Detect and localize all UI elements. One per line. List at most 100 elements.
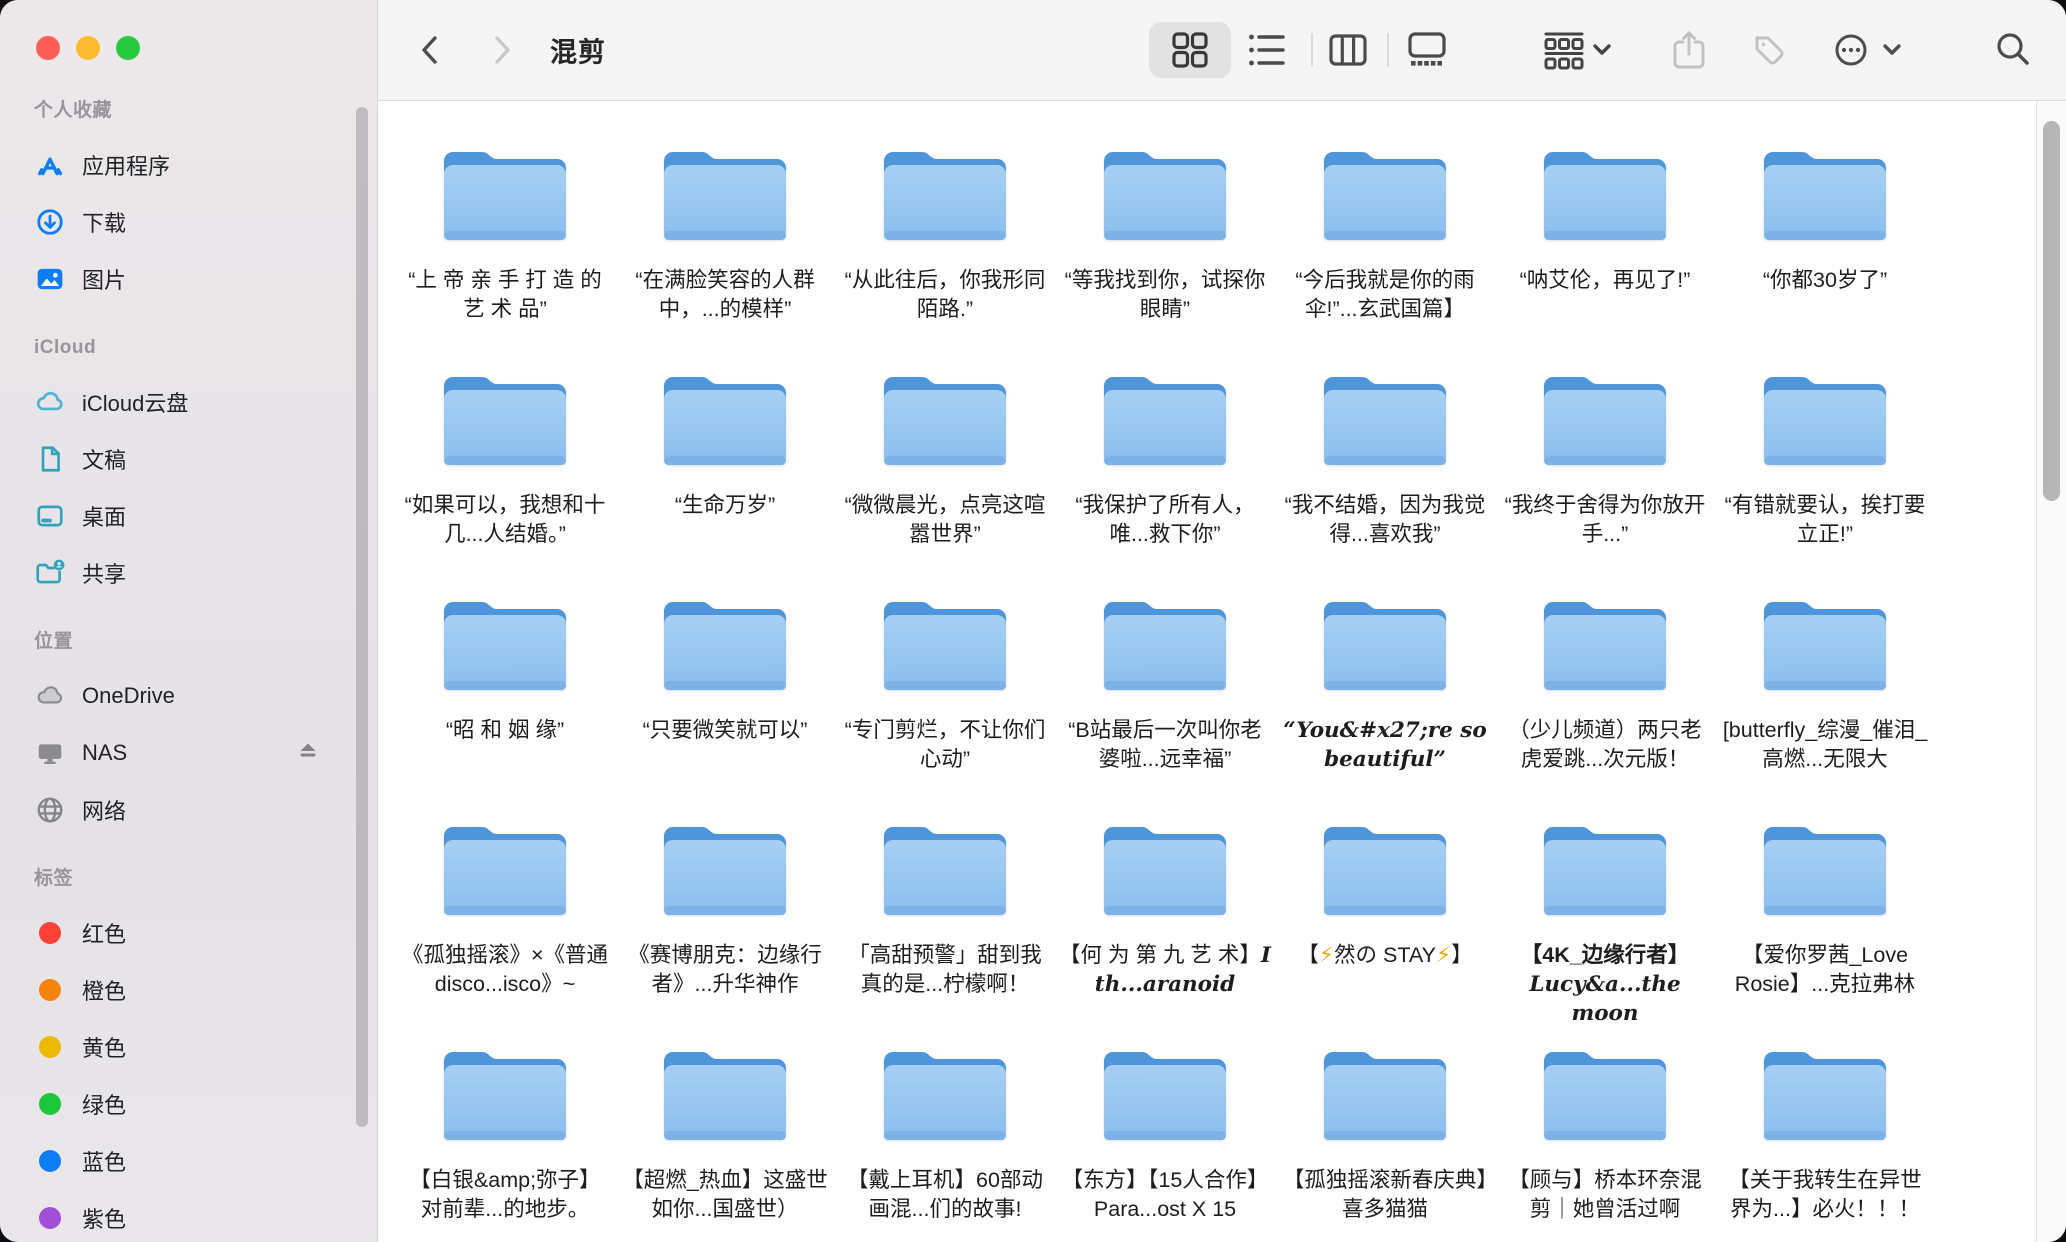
folder-item[interactable]: 【⚡然の STAY⚡】 [1275,816,1495,1028]
finder-window: 个人收藏应用程序下载图片iCloudiCloud云盘文稿桌面共享位置OneDri… [0,0,2066,1242]
sidebar-item-tag-yellow[interactable]: 黄色 [34,1018,377,1075]
folder-label: “专门剪烂，不让你们心动” [839,716,1051,774]
toolbar-separator [1387,33,1389,67]
folder-item[interactable]: 【白银&amp;弥子】对前辈...的地步。 [395,1041,615,1224]
icon-view-button[interactable] [1168,28,1212,72]
folder-item[interactable]: “呐艾伦，再见了!” [1495,141,1715,324]
tag-dot-icon [34,1031,66,1063]
folder-item[interactable]: “从此往后，你我形同陌路.” [835,141,1055,324]
sidebar-item-tag-red[interactable]: 红色 [34,904,377,961]
tag-icon[interactable] [1749,30,1789,70]
folder-item[interactable]: 「高甜预警」甜到我真的是...柠檬啊！ [835,816,1055,1028]
more-button[interactable] [1831,30,1871,70]
folder-label: “如果可以，我想和十几...人结婚。” [399,491,611,549]
folder-item[interactable]: “专门剪烂，不让你们心动” [835,591,1055,774]
sidebar-item-network[interactable]: 网络 [34,781,377,838]
sidebar-item-downloads[interactable]: 下载 [34,193,377,250]
folder-item[interactable]: 【何 为 第 九 艺 术】I th...aranoid [1055,816,1275,1028]
folder-icon [1544,366,1666,471]
folder-item[interactable]: 【关于我转生在异世界为...】必火！！！ [1715,1041,1935,1224]
content-scrollbar-thumb[interactable] [2043,121,2060,501]
sidebar-item-nas[interactable]: NAS [34,724,377,781]
folder-label: “只要微笑就可以” [619,716,831,745]
window-controls [36,36,140,60]
folder-icon [884,366,1006,471]
folder-item[interactable]: [butterfly_综漫_催泪_高燃...无限大 [1715,591,1935,774]
group-chevron-down-icon[interactable] [1591,42,1613,58]
folder-item[interactable]: “B站最后一次叫你老婆啦...远幸福” [1055,591,1275,774]
folder-item[interactable]: “我不结婚，因为我觉得...喜欢我” [1275,366,1495,549]
photos-icon [34,263,66,295]
folder-label: 【何 为 第 九 艺 术】I th...aranoid [1059,941,1271,999]
folder-label: 【4K_边缘行者】Lucy&a...the moon [1499,941,1711,1028]
more-chevron-down-icon[interactable] [1881,42,1903,58]
sidebar-item-icloud-drive[interactable]: iCloud云盘 [34,373,377,430]
sidebar-item-tag-orange[interactable]: 橙色 [34,961,377,1018]
folder-icon [664,591,786,696]
column-view-button[interactable] [1326,28,1370,72]
folder-item[interactable]: “只要微笑就可以” [615,591,835,774]
folder-item[interactable]: 【爱你罗茜_Love Rosie】...克拉弗林 [1715,816,1935,1028]
folder-item[interactable]: 【戴上耳机】60部动画混...们的故事! [835,1041,1055,1224]
folder-icon [444,1041,566,1146]
folder-icon [1104,591,1226,696]
folder-item[interactable]: 【4K_边缘行者】Lucy&a...the moon [1495,816,1715,1028]
folder-item[interactable]: “今后我就是你的雨伞!”...玄武国篇】 [1275,141,1495,324]
sidebar-item-applications[interactable]: 应用程序 [34,136,377,193]
folder-item[interactable]: “微微晨光，点亮这喧嚣世界” [835,366,1055,549]
folder-item[interactable]: “我终于舍得为你放开手...” [1495,366,1715,549]
gallery-view-button[interactable] [1405,28,1449,72]
folder-icon [884,141,1006,246]
folder-item[interactable]: “昭 和 姻 缘” [395,591,615,774]
sidebar-item-desktop[interactable]: 桌面 [34,487,377,544]
cloud-icon [34,680,66,712]
folder-item[interactable]: 【东方】【15人合作】Para...ost X 15 [1055,1041,1275,1224]
folder-label: “我保护了所有人，唯...救下你” [1059,491,1271,549]
group-button[interactable] [1541,28,1587,72]
sidebar-section: iCloudiCloud云盘文稿桌面共享 [34,333,377,601]
forward-button[interactable] [488,33,516,67]
close-button[interactable] [36,36,60,60]
eject-icon[interactable] [295,738,321,767]
sidebar-item-tag-blue[interactable]: 蓝色 [34,1132,377,1189]
search-icon[interactable] [1993,30,2033,70]
back-button[interactable] [416,33,444,67]
folder-item[interactable]: “如果可以，我想和十几...人结婚。” [395,366,615,549]
content-scrollbar-track[interactable] [2036,101,2066,1242]
folder-label: “在满脸笑容的人群中，...的模样” [619,266,831,324]
folder-item[interactable]: 【孤独摇滚新春庆典】喜多猫猫 [1275,1041,1495,1224]
folder-item[interactable]: “我保护了所有人，唯...救下你” [1055,366,1275,549]
zoom-button[interactable] [116,36,140,60]
minimize-button[interactable] [76,36,100,60]
folder-icon [1104,141,1226,246]
folder-item[interactable]: 《孤独摇滚》×《普通disco...isco》~ [395,816,615,1028]
folder-item[interactable]: “上 帝 亲 手 打 造 的 艺 术 品” [395,141,615,324]
folder-label: “呐艾伦，再见了!” [1499,266,1711,295]
main-area: 混剪 [378,0,2066,1242]
sidebar-item-onedrive[interactable]: OneDrive [34,667,377,724]
folder-item[interactable]: “有错就要认，挨打要立正!” [1715,366,1935,549]
folder-icon [444,141,566,246]
list-view-button[interactable] [1245,28,1289,72]
folder-item[interactable]: “在满脸笑容的人群中，...的模样” [615,141,835,324]
folder-item[interactable]: 《赛博朋克：边缘行者》...升华神作 [615,816,835,1028]
folder-label: （少儿频道）两只老虎爱跳...次元版！ [1499,716,1711,774]
sidebar-item-pictures[interactable]: 图片 [34,250,377,307]
folder-row: 【白银&amp;弥子】对前辈...的地步。 【超燃_热血】这盛世如你...国盛世… [395,1041,1935,1224]
folder-item[interactable]: 【超燃_热血】这盛世如你...国盛世） [615,1041,835,1224]
folder-item[interactable]: （少儿频道）两只老虎爱跳...次元版！ [1495,591,1715,774]
sidebar-item-tag-green[interactable]: 绿色 [34,1075,377,1132]
folder-icon [664,366,786,471]
folder-item[interactable]: “等我找到你，试探你眼睛” [1055,141,1275,324]
sidebar-item-label: 橙色 [82,974,126,1006]
folder-item[interactable]: “你都30岁了” [1715,141,1935,324]
sidebar-item-documents[interactable]: 文稿 [34,430,377,487]
folder-item[interactable]: 【顾与】桥本环奈混剪｜她曾活过啊 [1495,1041,1715,1224]
folder-item[interactable]: “生命万岁” [615,366,835,549]
sidebar-item-shared[interactable]: 共享 [34,544,377,601]
sidebar-item-tag-purple[interactable]: 紫色 [34,1189,377,1242]
tag-dot-icon [34,1202,66,1234]
folder-item[interactable]: “You&#x27;re so beautiful” [1275,591,1495,774]
sidebar-scrollbar-thumb[interactable] [356,107,368,1127]
share-icon [1670,29,1708,71]
